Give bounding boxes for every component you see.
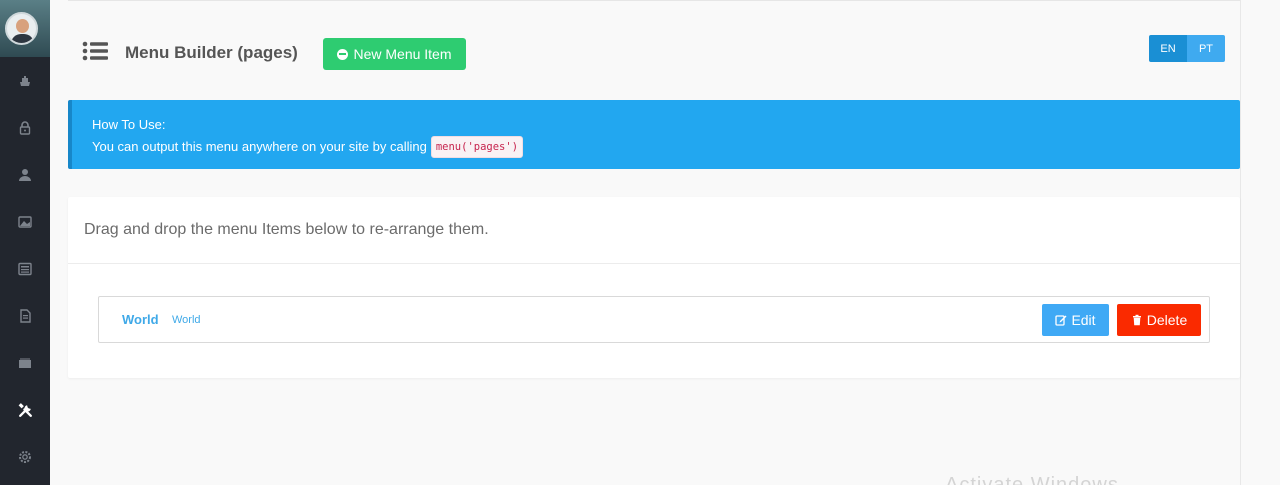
boat-icon[interactable] — [0, 66, 50, 96]
new-menu-item-label: New Menu Item — [353, 46, 452, 62]
alert-code: menu('pages') — [430, 136, 524, 158]
user-icon[interactable] — [0, 160, 50, 190]
page-title: Menu Builder (pages) — [125, 43, 298, 62]
document-icon[interactable] — [0, 301, 50, 331]
user-avatar[interactable] — [0, 0, 50, 57]
gear-icon[interactable] — [0, 442, 50, 472]
tools-icon[interactable] — [0, 395, 50, 425]
top-divider — [68, 0, 1240, 1]
lang-en-button[interactable]: EN — [1149, 35, 1187, 62]
right-border — [1240, 0, 1241, 485]
list-icon — [82, 41, 108, 61]
images-icon[interactable] — [0, 207, 50, 237]
menu-items-panel: Drag and drop the menu Items below to re… — [68, 197, 1240, 378]
edit-icon — [1055, 315, 1067, 326]
delete-label: Delete — [1146, 312, 1188, 328]
sidebar — [0, 0, 50, 485]
edit-label: Edit — [1071, 312, 1096, 328]
lang-pt-button[interactable]: PT — [1187, 35, 1225, 62]
menu-item-row[interactable]: World World Edit Delete — [98, 296, 1210, 343]
plus-circle-icon — [337, 48, 349, 60]
os-activation-watermark: Activate Windows — [945, 474, 1119, 485]
delete-button[interactable]: Delete — [1117, 304, 1201, 336]
menu-item-url: World — [172, 314, 201, 326]
news-icon[interactable] — [0, 254, 50, 284]
panel-heading: Drag and drop the menu Items below to re… — [68, 197, 1240, 264]
lock-icon[interactable] — [0, 113, 50, 143]
folder-icon[interactable] — [0, 348, 50, 378]
edit-button[interactable]: Edit — [1042, 304, 1109, 336]
language-switcher: EN PT — [1149, 35, 1225, 62]
alert-text: You can output this menu anywhere on you… — [92, 139, 427, 154]
alert-body: You can output this menu anywhere on you… — [92, 136, 1240, 158]
new-menu-item-button[interactable]: New Menu Item — [323, 38, 466, 70]
menu-item-title: World — [122, 312, 159, 327]
how-to-use-alert: How To Use: You can output this menu any… — [68, 100, 1240, 169]
avatar-image — [5, 12, 38, 45]
alert-title: How To Use: — [92, 117, 166, 132]
trash-icon — [1132, 314, 1141, 326]
